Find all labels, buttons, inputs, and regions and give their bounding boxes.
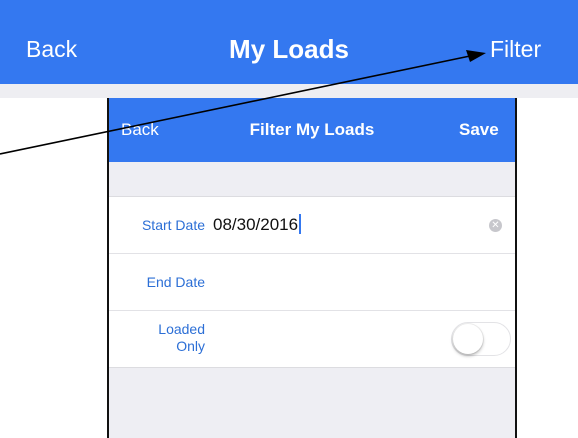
clear-icon[interactable]: ✕: [489, 219, 502, 232]
text-cursor: [299, 214, 302, 234]
start-date-row[interactable]: Start Date 08/30/2016 ✕: [109, 197, 515, 254]
end-date-label: End Date: [146, 274, 205, 290]
filter-screen-title: Filter My Loads: [249, 120, 375, 139]
start-date-label: Start Date: [141, 217, 205, 233]
filter-form: Start Date 08/30/2016 ✕ End Date Loaded O…: [109, 196, 515, 368]
loaded-only-label: Loaded Only: [158, 321, 205, 354]
save-button[interactable]: Save: [459, 120, 499, 140]
filter-button[interactable]: Filter: [490, 36, 541, 63]
start-date-value: 08/30/2016: [213, 215, 299, 234]
toggle-knob: [453, 324, 483, 354]
main-nav-bar: Back My Loads Filter: [0, 0, 578, 84]
end-date-row[interactable]: End Date: [109, 254, 515, 311]
filter-nav-bar: Back Filter My Loads Save: [109, 98, 515, 162]
loaded-only-toggle[interactable]: [451, 322, 511, 356]
loaded-only-row: Loaded Only: [109, 311, 515, 367]
nav-bar-shadow-strip: [0, 84, 578, 98]
filter-screen: Back Filter My Loads Save Start Date 08/…: [107, 98, 517, 438]
start-date-input[interactable]: 08/30/2016: [213, 214, 302, 235]
